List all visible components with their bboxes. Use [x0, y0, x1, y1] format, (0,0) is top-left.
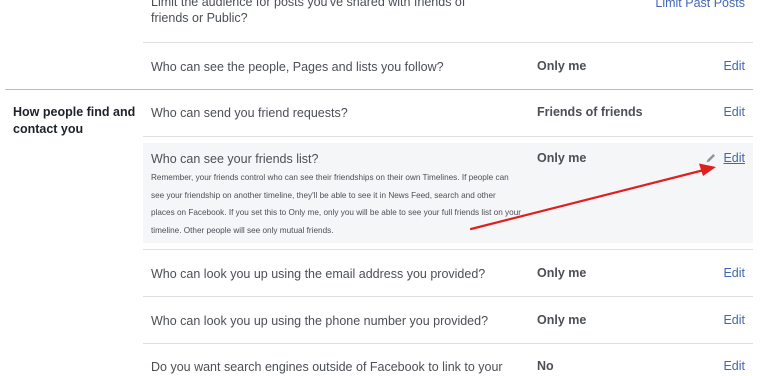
setting-value: Only me — [537, 151, 587, 165]
setting-row-friend-requests: Who can send you friend requests? Friend… — [143, 90, 753, 136]
pencil-icon[interactable] — [705, 152, 717, 164]
edit-link[interactable]: Edit — [723, 266, 745, 280]
edit-link[interactable]: Edit — [723, 313, 745, 327]
edit-link[interactable]: Edit — [723, 359, 745, 373]
edit-link[interactable]: Edit — [723, 59, 745, 73]
setting-question: Who can see the people, Pages and lists … — [151, 60, 444, 74]
setting-row-search-engines: Do you want search engines outside of Fa… — [143, 344, 753, 376]
section-label: How people find and contact you — [13, 105, 136, 136]
setting-value: No — [537, 359, 554, 373]
setting-value: Only me — [537, 266, 587, 280]
setting-value: Friends of friends — [537, 105, 643, 119]
limit-past-posts-link[interactable]: Limit Past Posts — [655, 0, 745, 10]
setting-question: Do you want search engines outside of Fa… — [151, 360, 503, 374]
setting-question: Who can look you up using the email addr… — [151, 267, 486, 281]
setting-row-phone-lookup: Who can look you up using the phone numb… — [143, 297, 753, 343]
edit-link[interactable]: Edit — [723, 105, 745, 119]
setting-question: Limit the audience for posts you've shar… — [151, 0, 466, 25]
setting-row-friends-list: Who can see your friends list? Remember,… — [143, 143, 753, 243]
setting-question: Who can see your friends list? — [151, 152, 319, 166]
setting-description: Remember, your friends control who can s… — [151, 173, 521, 235]
setting-row-email-lookup: Who can look you up using the email addr… — [143, 250, 753, 296]
edit-link[interactable]: Edit — [723, 151, 745, 165]
setting-question: Who can send you friend requests? — [151, 106, 348, 120]
setting-question: Who can look you up using the phone numb… — [151, 314, 489, 328]
setting-value: Only me — [537, 313, 587, 327]
setting-row-follow-visibility: Who can see the people, Pages and lists … — [143, 43, 753, 89]
row-divider — [143, 136, 753, 137]
setting-value: Only me — [537, 59, 587, 73]
setting-row-limit-past-posts: Limit the audience for posts you've shar… — [143, 0, 753, 42]
